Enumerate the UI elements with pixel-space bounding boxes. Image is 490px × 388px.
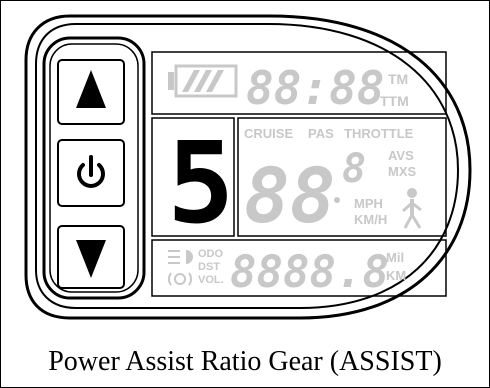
- mode-label-cruise: CRUISE: [244, 126, 293, 141]
- down-button[interactable]: [57, 225, 125, 289]
- time-display: 88:88: [246, 61, 384, 115]
- time-unit-tm: TM: [388, 71, 408, 87]
- power-button[interactable]: [57, 139, 125, 207]
- up-button[interactable]: [57, 59, 125, 125]
- distance-unit-mil: Mil: [386, 250, 404, 265]
- speed-unit-mph: MPH: [354, 196, 383, 211]
- avs-label: AVS: [388, 148, 414, 163]
- lcd-display-diagram: 88:88 TM TTM 5 CRUISE PAS THROTTLE 88 8 …: [24, 14, 472, 320]
- time-unit-ttm: TTM: [380, 93, 409, 109]
- distance-unit-km: KM: [386, 268, 406, 283]
- speed-unit-kmh: KM/H: [354, 212, 387, 227]
- trip-label-odo: ODO: [198, 248, 224, 260]
- brake-warning-icon: [168, 272, 192, 286]
- walk-assist-icon: [402, 188, 422, 229]
- speed-decimal-point: [334, 197, 340, 203]
- figure-caption: Power Assist Ratio Gear (ASSIST): [48, 346, 442, 377]
- mxs-label: MXS: [388, 164, 417, 179]
- trip-label-vol: VOL.: [198, 274, 224, 286]
- trip-digits: 8888.8: [230, 247, 389, 298]
- speed-decimal-digit: 8: [342, 146, 366, 192]
- headlight-icon: [168, 250, 193, 264]
- mode-label-pas: PAS: [308, 126, 334, 141]
- assist-level-digit: 5: [167, 119, 234, 249]
- battery-icon: [168, 64, 238, 98]
- speed-digits: 88: [244, 151, 336, 240]
- mode-label-throttle: THROTTLE: [344, 126, 414, 141]
- trip-label-dst: DST: [198, 261, 220, 273]
